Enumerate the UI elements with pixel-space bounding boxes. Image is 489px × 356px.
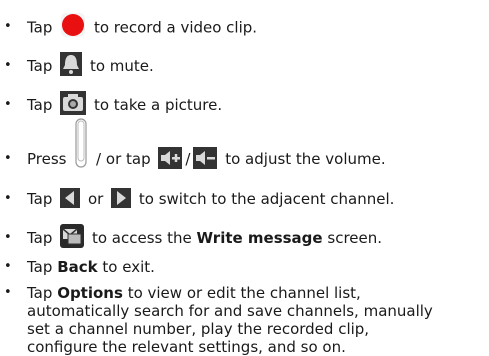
bullet: •: [4, 230, 12, 245]
bullet: •: [4, 191, 12, 206]
mute-bell-icon: [60, 52, 83, 76]
bullet: •: [4, 259, 12, 274]
bullet: •: [4, 19, 12, 34]
volume-down-icon: [193, 146, 218, 169]
camera-icon: [60, 91, 87, 115]
bullet: •: [4, 97, 12, 112]
write-message-icon: [60, 223, 85, 248]
bullet: •: [4, 58, 12, 73]
volume-up-icon: [158, 146, 183, 169]
record-icon: [61, 13, 86, 37]
next-channel-icon: [111, 187, 132, 208]
previous-channel-icon: [60, 187, 81, 208]
side-volume-key-icon: [75, 117, 87, 168]
bullet: •: [4, 285, 12, 300]
bullet: •: [4, 151, 12, 166]
